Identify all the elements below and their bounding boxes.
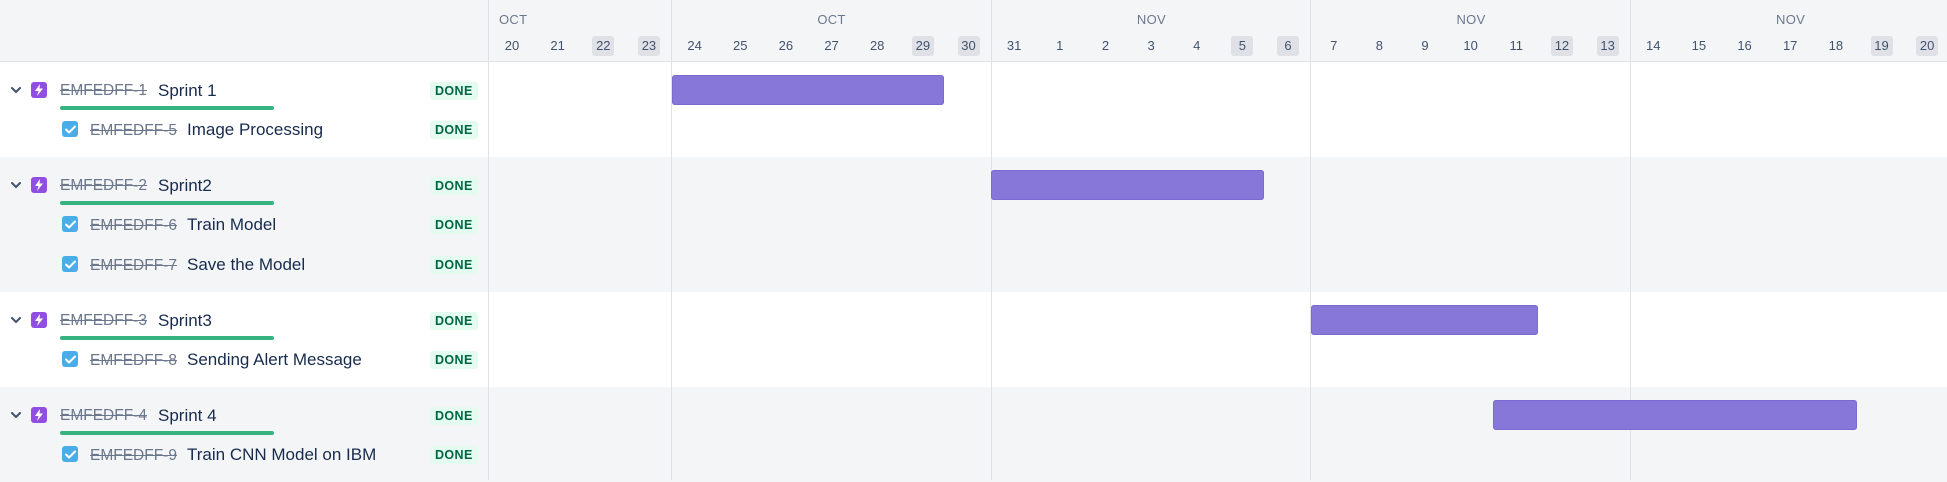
panel-divider[interactable]	[488, 0, 489, 480]
month-label: OCT	[817, 12, 846, 27]
month-label: NOV	[1136, 12, 1166, 27]
day-label: 28	[869, 38, 885, 53]
day-label: 20	[1916, 36, 1939, 56]
epic-timeline-bar[interactable]	[671, 75, 945, 105]
issue-key[interactable]: EMFEDFF-3	[60, 312, 147, 330]
day-label: 9	[1421, 38, 1429, 53]
status-badge[interactable]: DONE	[430, 407, 478, 425]
day-label: 10	[1463, 38, 1478, 53]
day-label: 7	[1330, 38, 1338, 53]
day-label: 4	[1193, 38, 1201, 53]
epic-lightning-icon	[31, 177, 47, 193]
week-divider	[990, 0, 992, 480]
day-label: 20	[504, 38, 520, 53]
task-row[interactable]: EMFEDFF-8 Sending Alert Message DONE	[0, 339, 488, 379]
day-label: 5	[1231, 36, 1254, 56]
day-label: 8	[1375, 38, 1383, 53]
day-label: 31	[1006, 38, 1022, 53]
task-checkbox-icon	[62, 446, 78, 462]
task-row[interactable]: EMFEDFF-5 Image Processing DONE	[0, 109, 488, 149]
day-label: 22	[592, 36, 615, 56]
status-badge[interactable]: DONE	[430, 446, 478, 464]
chevron-down-icon[interactable]	[10, 179, 22, 191]
timeline-header: OCT 20 21 22 23 OCT 24 25 26 27 28 29 30 NOV 31 1 2 3 4 5 6 N…	[489, 0, 1947, 62]
day-label: 15	[1691, 38, 1707, 53]
day-label: 23	[637, 36, 660, 56]
issue-title[interactable]: Train CNN Model on IBM	[187, 445, 376, 465]
task-row[interactable]: EMFEDFF-7 Save the Model DONE	[0, 244, 488, 284]
day-label: 14	[1646, 38, 1661, 53]
issue-key[interactable]: EMFEDFF-5	[90, 122, 177, 140]
epic-lightning-icon	[31, 312, 47, 328]
day-label: 3	[1147, 38, 1155, 53]
day-label: 29	[911, 36, 934, 56]
day-label: 24	[687, 38, 702, 53]
issue-key[interactable]: EMFEDFF-7	[90, 257, 177, 275]
task-checkbox-icon	[62, 351, 78, 367]
task-checkbox-icon	[62, 256, 78, 272]
task-row[interactable]: EMFEDFF-6 Train Model DONE	[0, 204, 488, 244]
status-badge[interactable]: DONE	[430, 312, 478, 330]
issue-key[interactable]: EMFEDFF-2	[60, 177, 147, 195]
issue-title[interactable]: Sprint2	[158, 176, 212, 196]
day-label: 13	[1596, 36, 1619, 56]
issue-key[interactable]: EMFEDFF-6	[90, 217, 177, 235]
task-row[interactable]: EMFEDFF-9 Train CNN Model on IBM DONE	[0, 434, 488, 474]
issue-title[interactable]: Train Model	[187, 215, 276, 235]
issue-title[interactable]: Sprint 4	[158, 406, 217, 426]
day-label: 18	[1828, 38, 1844, 53]
issue-title[interactable]: Image Processing	[187, 120, 323, 140]
day-label: 6	[1277, 36, 1300, 56]
month-label: NOV	[1776, 12, 1806, 27]
day-label: 16	[1737, 38, 1752, 53]
month-label: NOV	[1456, 12, 1486, 27]
epic-lightning-icon	[31, 82, 47, 98]
day-label: 25	[733, 38, 748, 53]
chevron-down-icon[interactable]	[10, 314, 22, 326]
day-label: 19	[1870, 36, 1893, 56]
roadmap-view: EMFEDFF-1 Sprint 1 DONE EMFEDFF-5 Image Proc…	[0, 0, 1947, 482]
day-label: 11	[1509, 38, 1524, 53]
day-label: 1	[1056, 38, 1064, 53]
epic-timeline-bar[interactable]	[1493, 400, 1858, 430]
status-badge[interactable]: DONE	[430, 82, 478, 100]
issue-title[interactable]: Sprint3	[158, 311, 212, 331]
issue-key[interactable]: EMFEDFF-9	[90, 447, 177, 465]
issue-title[interactable]: Sending Alert Message	[187, 350, 362, 370]
task-checkbox-icon	[62, 121, 78, 137]
week-divider	[1310, 0, 1312, 480]
issue-title[interactable]: Sprint 1	[158, 81, 217, 101]
status-badge[interactable]: DONE	[430, 351, 478, 369]
epic-timeline-bar[interactable]	[991, 170, 1265, 200]
status-badge[interactable]: DONE	[430, 121, 478, 139]
day-label: 21	[550, 38, 565, 53]
month-label: OCT	[499, 12, 528, 27]
status-badge[interactable]: DONE	[430, 256, 478, 274]
chevron-down-icon[interactable]	[10, 84, 22, 96]
day-label: 26	[778, 38, 794, 53]
day-label: 12	[1550, 36, 1573, 56]
status-badge[interactable]: DONE	[430, 177, 478, 195]
issue-key[interactable]: EMFEDFF-4	[60, 407, 147, 425]
chevron-down-icon[interactable]	[10, 409, 22, 421]
day-label: 27	[824, 38, 839, 53]
issue-key[interactable]: EMFEDFF-1	[60, 82, 147, 100]
day-label: 17	[1782, 38, 1798, 53]
issue-title[interactable]: Save the Model	[187, 255, 305, 275]
day-label: 2	[1101, 38, 1110, 53]
epic-lightning-icon	[31, 407, 47, 423]
epic-timeline-bar[interactable]	[1310, 305, 1538, 335]
status-badge[interactable]: DONE	[430, 216, 478, 234]
task-checkbox-icon	[62, 216, 78, 232]
week-divider	[671, 0, 673, 480]
list-header	[0, 0, 488, 62]
issue-key[interactable]: EMFEDFF-8	[90, 352, 177, 370]
day-label: 30	[957, 36, 980, 56]
